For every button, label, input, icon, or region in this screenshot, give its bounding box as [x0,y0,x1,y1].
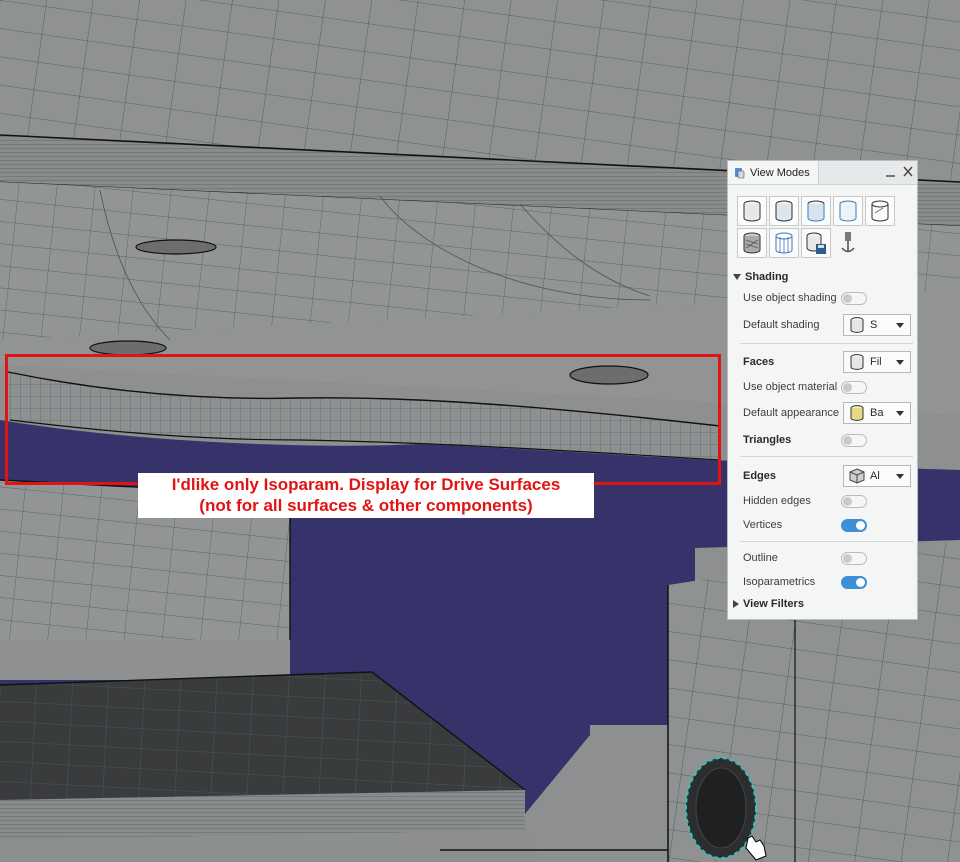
vertices-toggle[interactable] [841,518,867,532]
default-shading-label: Default shading [743,319,820,331]
faces-label: Faces [743,356,775,368]
isoparametrics-toggle[interactable] [841,575,867,589]
edges-label: Edges [743,470,777,482]
default-appearance-label: Default appearance [743,407,840,419]
use-object-shading-label: Use object shading [743,292,837,304]
shading-with-material-icon[interactable] [833,196,863,226]
edges-value: Al [870,470,880,482]
chevron-down-icon [896,360,904,365]
shading-section-header[interactable]: Shading [733,266,911,288]
hidden-edges-toggle[interactable] [841,494,867,508]
triangles-toggle[interactable] [841,433,867,447]
chevron-down-icon [896,323,904,328]
collapse-down-icon [733,274,741,280]
expand-right-icon [733,600,739,608]
customized-view-icon[interactable] [769,228,799,258]
divider [740,456,913,457]
shading-section-label: Shading [745,271,789,283]
shading-with-texture-icon[interactable] [737,228,767,258]
outline-toggle[interactable] [841,551,867,565]
close-icon[interactable] [902,165,914,178]
panel-tab[interactable]: View Modes [728,161,819,184]
appearance-icon [850,405,864,421]
annotation-line-2: (not for all surfaces & other components… [199,496,533,515]
faces-icon [850,354,864,370]
save-view-icon[interactable] [801,228,831,258]
triangles-label: Triangles [743,434,792,446]
shading-with-hidden-edges-icon[interactable] [801,196,831,226]
shading-icon [850,317,864,333]
annotation-callout: I'dlike only Isoparam. Display for Drive… [138,473,594,518]
vertices-label: Vertices [743,519,783,531]
annotation-line-1: I'dlike only Isoparam. Display for Drive… [171,475,561,494]
minimize-icon[interactable] [885,166,896,178]
edges-dropdown[interactable]: Al [843,465,911,487]
isoparametrics-label: Isoparametrics [743,576,816,588]
chevron-down-icon [896,474,904,479]
default-appearance-dropdown[interactable]: Ba [843,402,911,424]
faces-value: Fil [870,356,882,368]
wireframe-icon[interactable] [865,196,895,226]
highlight-rectangle [5,354,721,485]
divider [740,343,913,344]
view-filters-section-header[interactable]: View Filters [733,593,911,615]
use-object-shading-toggle[interactable] [841,291,867,305]
view-modes-panel: View Modes Shading Use object shading De… [727,160,918,620]
view-filters-label: View Filters [743,598,804,610]
divider [740,541,913,542]
shading-with-edges-icon[interactable] [769,196,799,226]
default-shading-value: S [870,319,878,331]
anchor-icon[interactable] [833,228,863,258]
outline-label: Outline [743,552,778,564]
use-object-material-toggle[interactable] [841,380,867,394]
shading-icon[interactable] [737,196,767,226]
chevron-down-icon [896,411,904,416]
faces-dropdown[interactable]: Fil [843,351,911,373]
cube-edges-icon [849,468,865,484]
use-object-material-label: Use object material [743,381,838,393]
default-appearance-value: Ba [870,407,884,419]
hidden-edges-label: Hidden edges [743,495,811,507]
panel-header: View Modes [728,161,917,185]
panel-title: View Modes [750,166,810,179]
default-shading-dropdown[interactable]: S [843,314,911,336]
view-modes-icon [735,168,745,179]
